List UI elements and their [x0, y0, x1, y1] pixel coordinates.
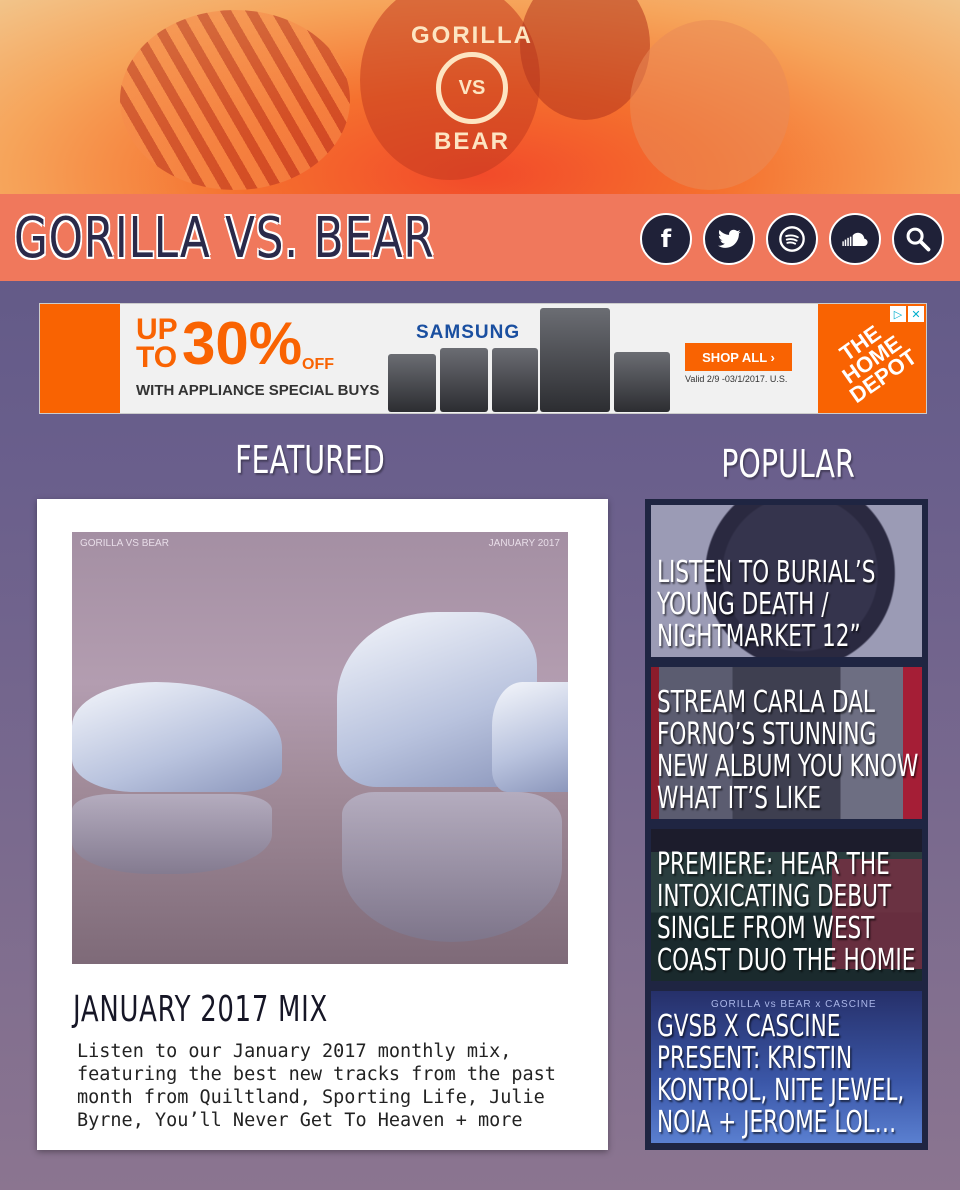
popular-item-title: STREAM CARLA DAL FORNO’S STUNNING NEW AL…: [657, 685, 919, 816]
iceberg-shape: [492, 682, 568, 792]
logo-vs-text: VS: [458, 76, 486, 99]
popular-item-title: GVSB X CASCINE PRESENT: KRISTIN KONTROL,…: [657, 1009, 905, 1140]
ad-up-to: UP TO: [136, 313, 178, 374]
site-header: GORILLA VS. BEAR f: [0, 194, 960, 281]
social-links: f: [640, 213, 944, 265]
popular-list: LISTEN TO BURIAL’S YOUNG DEATH / NIGHTMA…: [645, 499, 928, 1150]
featured-description: Listen to our January 2017 monthly mix, …: [77, 1041, 556, 1131]
ad-left-panel: [40, 304, 120, 413]
twitter-button[interactable]: [703, 213, 755, 265]
twitter-icon: [717, 229, 742, 248]
facebook-button[interactable]: f: [640, 213, 692, 265]
close-icon[interactable]: ✕: [908, 306, 924, 322]
featured-image[interactable]: GORILLA VS BEAR JANUARY 2017: [72, 532, 568, 964]
logo-top-text: GORILLA: [411, 22, 533, 49]
lynx-illustration: [630, 20, 790, 190]
ad-valid-text: Valid 2/9 -03/1/2017. U.S.: [685, 374, 788, 384]
adchoices-icon[interactable]: ▷: [890, 306, 906, 322]
popular-item[interactable]: PREMIERE: HEAR THE INTOXICATING DEBUT SI…: [651, 829, 922, 981]
ad-percent: 30%: [182, 310, 303, 377]
spotify-icon: [779, 226, 805, 252]
image-label-left: GORILLA VS BEAR: [80, 538, 169, 549]
popular-item-title: LISTEN TO BURIAL’S YOUNG DEATH / NIGHTMA…: [657, 555, 876, 654]
logo-bottom-text: BEAR: [433, 128, 510, 155]
advertisement-banner[interactable]: UP TO 30% OFF WITH APPLIANCE SPECIAL BUY…: [39, 303, 927, 414]
image-label-right: JANUARY 2017: [488, 538, 560, 549]
spotify-button[interactable]: [766, 213, 818, 265]
facebook-icon: f: [660, 225, 672, 253]
search-button[interactable]: [892, 213, 944, 265]
hero-banner: GORILLA VS BEAR: [0, 0, 960, 194]
reflection-shape: [342, 792, 562, 942]
ad-controls: ▷ ✕: [890, 306, 924, 322]
search-icon: [906, 227, 931, 252]
reflection-shape: [72, 794, 272, 874]
ad-brand: SAMSUNG: [416, 322, 521, 343]
popular-item[interactable]: LISTEN TO BURIAL’S YOUNG DEATH / NIGHTMA…: [651, 505, 922, 657]
ad-promo: UP TO 30% OFF: [136, 313, 334, 374]
zebra-illustration: [120, 10, 350, 190]
featured-card[interactable]: GORILLA VS BEAR JANUARY 2017 JANUARY 201…: [37, 499, 608, 1150]
ad-off: OFF: [302, 356, 334, 373]
iceberg-shape: [72, 682, 282, 792]
popular-item-title: PREMIERE: HEAR THE INTOXICATING DEBUT SI…: [657, 847, 916, 978]
featured-title[interactable]: JANUARY 2017 MIX: [73, 989, 328, 1030]
soundcloud-icon: [842, 232, 868, 246]
featured-heading: FEATURED: [235, 438, 385, 482]
site-logo[interactable]: GORILLA VS BEAR: [402, 14, 542, 164]
popular-heading: POPULAR: [721, 442, 855, 486]
ad-subline: WITH APPLIANCE SPECIAL BUYS: [136, 382, 380, 399]
soundcloud-button[interactable]: [829, 213, 881, 265]
shop-all-button[interactable]: SHOP ALL ›: [685, 343, 792, 371]
basketball-icon: VS: [436, 52, 508, 124]
site-title[interactable]: GORILLA VS. BEAR: [14, 206, 435, 271]
popular-item[interactable]: STREAM CARLA DAL FORNO’S STUNNING NEW AL…: [651, 667, 922, 819]
popular-item[interactable]: GORILLA vs BEAR x CASCINE GVSB X CASCINE…: [651, 991, 922, 1143]
